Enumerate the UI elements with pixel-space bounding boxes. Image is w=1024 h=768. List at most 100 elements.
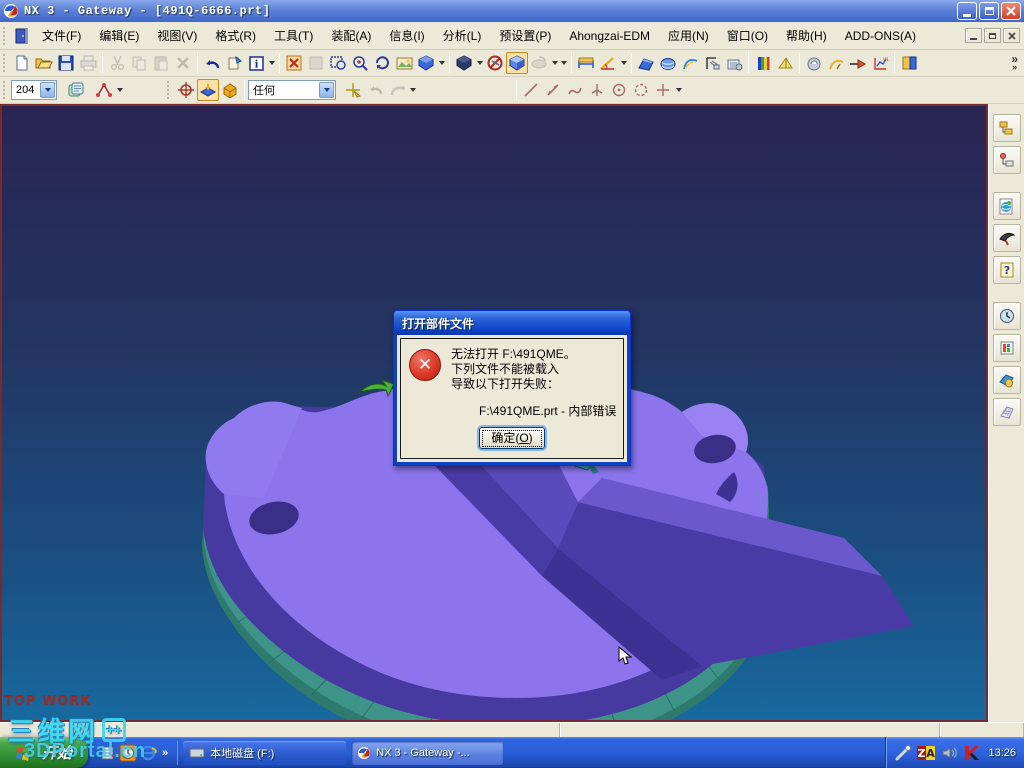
- menu-window[interactable]: 窗口(O): [718, 23, 777, 48]
- web-browser-button[interactable]: [992, 192, 1021, 220]
- palette-button[interactable]: [992, 366, 1021, 394]
- exit-door-icon[interactable]: [15, 27, 29, 44]
- snap-endpoint-button[interactable]: [219, 79, 241, 101]
- point-constructor-button[interactable]: [175, 79, 197, 101]
- internet-update-button[interactable]: [992, 224, 1021, 252]
- menu-edit[interactable]: 编辑(E): [90, 23, 148, 48]
- analysis-curve-button[interactable]: [679, 52, 701, 74]
- snap-wcs-button[interactable]: [93, 79, 115, 101]
- menu-tools[interactable]: 工具(T): [265, 23, 322, 48]
- menu-application[interactable]: 应用(N): [659, 23, 718, 48]
- part-navigator-button[interactable]: [992, 146, 1021, 174]
- layer-visible-button[interactable]: [65, 79, 87, 101]
- rotate-mode-caret[interactable]: [550, 53, 559, 73]
- dialog-titlebar[interactable]: 打开部件文件: [394, 311, 630, 335]
- menu-assemblies[interactable]: 装配(A): [322, 23, 380, 48]
- ok-button[interactable]: 确定(O): [479, 427, 545, 449]
- circle-tool-button[interactable]: [630, 79, 652, 101]
- copy-button[interactable]: [128, 52, 150, 74]
- zoom-window-button[interactable]: [327, 52, 349, 74]
- history-button[interactable]: [992, 302, 1021, 330]
- toolbar-grip[interactable]: [3, 81, 8, 99]
- toolbar-grip[interactable]: [167, 81, 172, 99]
- shaded-tool-button[interactable]: [415, 52, 437, 74]
- suppress-display-button[interactable]: [484, 52, 506, 74]
- undo-button[interactable]: [201, 52, 223, 74]
- analysis-surface-button[interactable]: [657, 52, 679, 74]
- information-button[interactable]: i: [245, 52, 267, 74]
- shaded-display-button[interactable]: [506, 52, 528, 74]
- rotate-view-button[interactable]: [371, 52, 393, 74]
- rotate-mode-button[interactable]: [528, 52, 550, 74]
- menu-ahongzai-edm[interactable]: Ahongzai-EDM: [560, 25, 659, 47]
- zoom-button[interactable]: [349, 52, 371, 74]
- menu-help[interactable]: 帮助(H): [777, 23, 836, 48]
- smart-point-button[interactable]: [342, 79, 364, 101]
- close-button[interactable]: [1001, 2, 1021, 20]
- analysis-part-button[interactable]: [723, 52, 745, 74]
- mdi-close-button[interactable]: [1003, 28, 1020, 43]
- cut-button[interactable]: [106, 52, 128, 74]
- measure-caret[interactable]: [619, 53, 628, 73]
- analysis-gradient-button[interactable]: [752, 52, 774, 74]
- curve-tools-caret[interactable]: [674, 80, 683, 100]
- plus-tool-button[interactable]: [652, 79, 674, 101]
- assembly-navigator-button[interactable]: [992, 114, 1021, 142]
- group-overflow-caret[interactable]: [559, 53, 568, 73]
- snap-dropdown-caret[interactable]: [115, 80, 124, 100]
- display-mode-caret[interactable]: [475, 53, 484, 73]
- paste-button[interactable]: [150, 52, 172, 74]
- undo-selection-button[interactable]: [364, 79, 386, 101]
- menu-analysis[interactable]: 分析(L): [434, 23, 491, 48]
- menu-information[interactable]: 信息(I): [380, 23, 433, 48]
- selection-filter-combo[interactable]: 任何: [248, 80, 336, 100]
- snap-midpoint-button[interactable]: [197, 79, 219, 101]
- menu-file[interactable]: 文件(F): [33, 23, 90, 48]
- point-cross-tool-button[interactable]: [586, 79, 608, 101]
- grid-button[interactable]: [992, 398, 1021, 426]
- analysis-angle-check-button[interactable]: [774, 52, 796, 74]
- window-titlebar[interactable]: NX 3 - Gateway - [491Q-6666.prt]: [0, 0, 1024, 22]
- open-file-button[interactable]: [33, 52, 55, 74]
- toolbar-grip[interactable]: [3, 54, 8, 72]
- mdi-minimize-button[interactable]: [965, 28, 982, 43]
- analysis-slope-button[interactable]: [847, 52, 869, 74]
- zoom-scale-button[interactable]: [305, 52, 327, 74]
- quicklaunch-overflow-chevron[interactable]: »: [162, 747, 168, 759]
- materials-button[interactable]: [992, 334, 1021, 362]
- analysis-open-button[interactable]: [898, 52, 920, 74]
- layer-combo-arrow-icon[interactable]: [40, 82, 55, 98]
- line-tool-button[interactable]: [520, 79, 542, 101]
- menu-view[interactable]: 视图(V): [148, 23, 206, 48]
- selection-caret[interactable]: [408, 80, 417, 100]
- display-mode-cube-button[interactable]: [453, 52, 475, 74]
- shaded-dropdown-caret[interactable]: [437, 53, 446, 73]
- help-button[interactable]: ?: [992, 256, 1021, 284]
- save-button[interactable]: [55, 52, 77, 74]
- spline-tool-button[interactable]: [564, 79, 586, 101]
- task-local-disk[interactable]: 本地磁盘 (F:): [183, 740, 347, 765]
- print-button[interactable]: [77, 52, 99, 74]
- start-button[interactable]: 开始: [0, 737, 88, 768]
- paste-special-button[interactable]: [223, 52, 245, 74]
- task-nx-gateway[interactable]: NX 3 - Gateway -...: [351, 740, 504, 765]
- menubar-grip[interactable]: [3, 26, 8, 45]
- tray-volume-icon[interactable]: [941, 746, 958, 760]
- menu-format[interactable]: 格式(R): [206, 23, 265, 48]
- minimize-button[interactable]: [957, 2, 977, 20]
- deselect-button[interactable]: [386, 79, 408, 101]
- measure-distance-button[interactable]: [575, 52, 597, 74]
- info-dropdown-caret[interactable]: [267, 53, 276, 73]
- circle-center-tool-button[interactable]: [608, 79, 630, 101]
- toolbar-overflow-button[interactable]: » »: [1011, 53, 1018, 72]
- tray-zonealarm-icon[interactable]: ZA: [917, 745, 936, 761]
- analysis-draft-button[interactable]: [803, 52, 825, 74]
- line-point-tool-button[interactable]: [542, 79, 564, 101]
- analysis-report-button[interactable]: V1: [869, 52, 891, 74]
- quicklaunch-ie-icon[interactable]: [138, 742, 158, 764]
- tray-kaspersky-icon[interactable]: [963, 745, 980, 761]
- restore-button[interactable]: [979, 2, 999, 20]
- analysis-section-button[interactable]: [701, 52, 723, 74]
- analysis-radius-button[interactable]: [825, 52, 847, 74]
- quicklaunch-clock-app-icon[interactable]: [118, 742, 138, 764]
